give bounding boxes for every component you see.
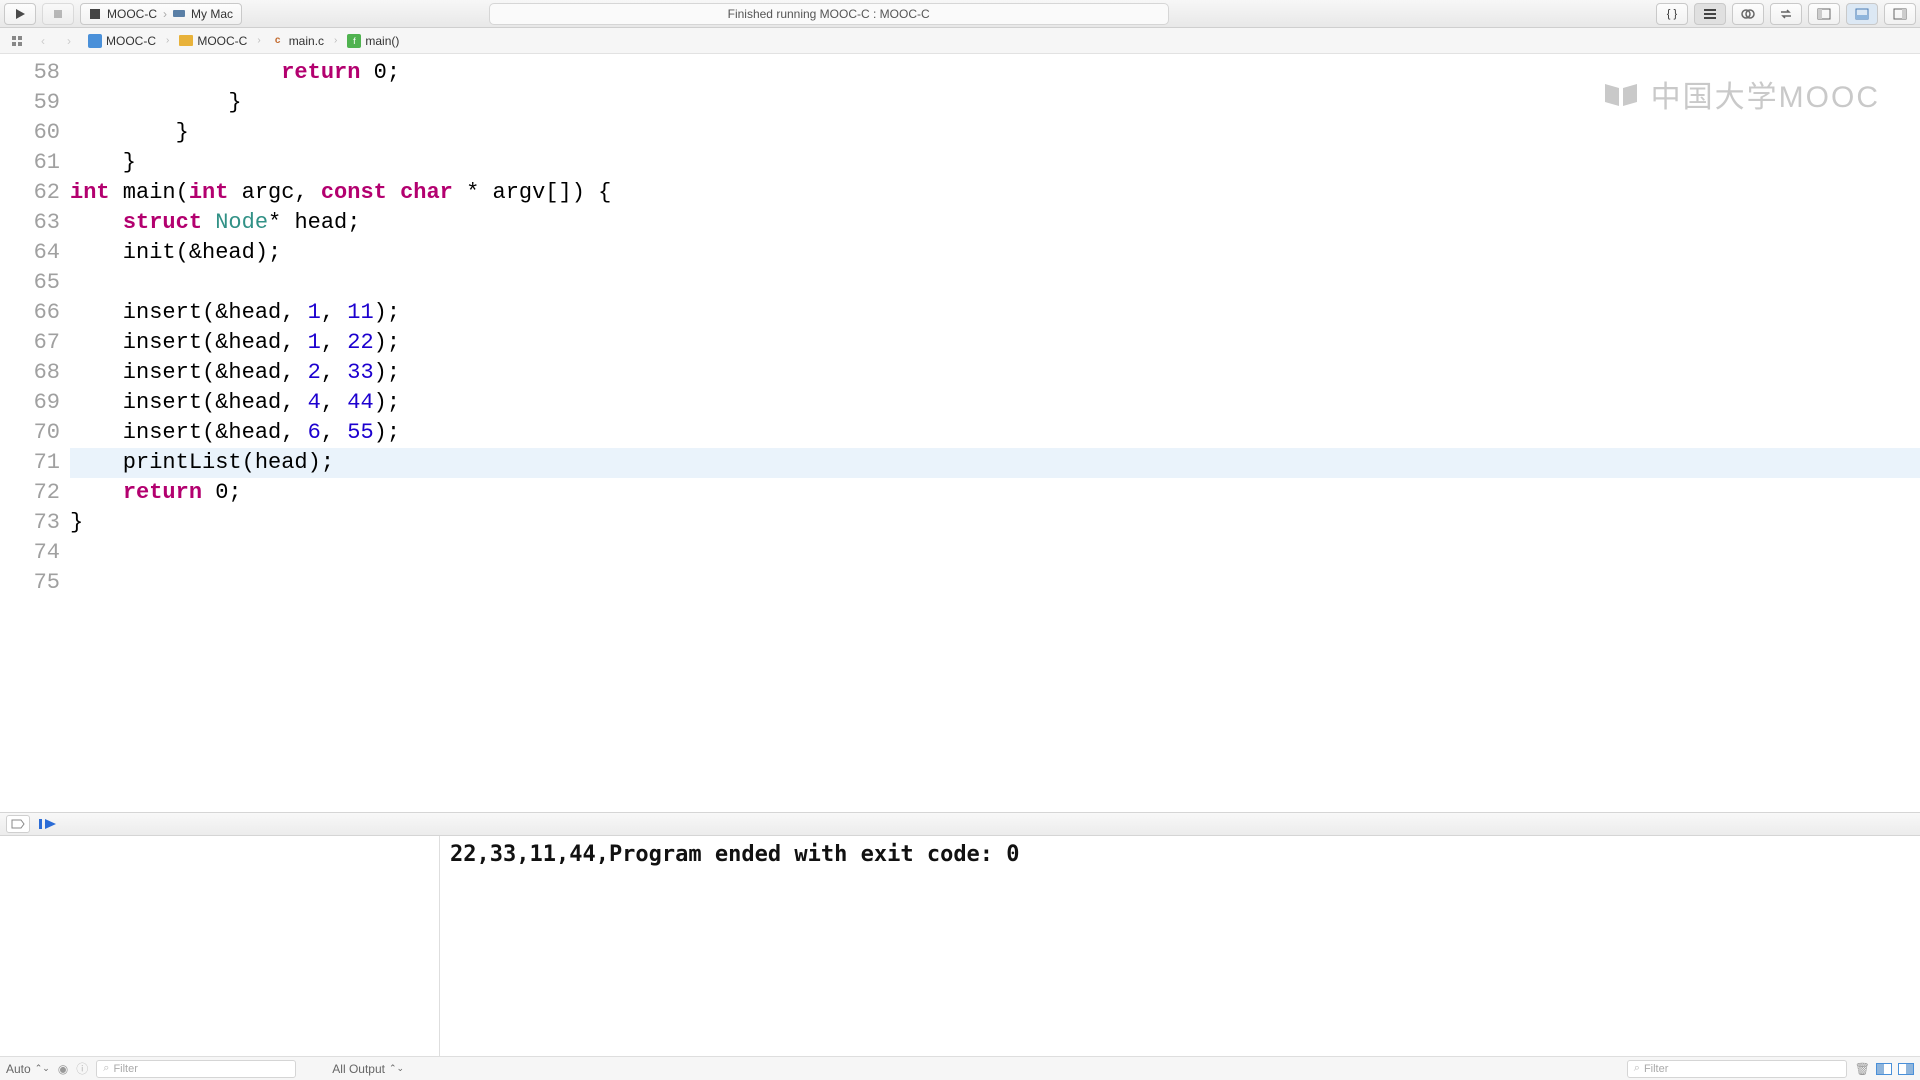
run-button[interactable] xyxy=(4,3,36,25)
circles-icon xyxy=(1741,8,1755,20)
grid-icon xyxy=(11,35,23,47)
mac-icon xyxy=(173,10,185,18)
auto-label: Auto xyxy=(6,1062,31,1076)
scheme-name: MOOC-C xyxy=(107,7,157,21)
version-editor-button[interactable] xyxy=(1770,3,1802,25)
breakpoint-icon xyxy=(11,819,25,829)
chevron-updown-icon: ⌃⌄ xyxy=(389,1063,404,1074)
chevron-right-icon: › xyxy=(163,7,167,21)
console-output: 22,33,11,44,Program ended with exit code… xyxy=(450,842,1910,867)
right-panel-button[interactable] xyxy=(1884,3,1916,25)
chevron-left-icon: ‹ xyxy=(41,34,45,48)
filter-icon: ⌕ xyxy=(1634,1062,1640,1075)
chevron-right-icon: › xyxy=(67,34,71,48)
console-filter-input[interactable]: ⌕ Filter xyxy=(1627,1060,1847,1078)
trash-icon[interactable]: 🗑 xyxy=(1855,1062,1870,1076)
folder-icon xyxy=(179,35,193,46)
output-scope-selector[interactable]: All Output ⌃⌄ xyxy=(332,1062,404,1076)
stop-icon xyxy=(53,9,63,19)
panel-right-icon xyxy=(1893,8,1907,20)
breadcrumb-project[interactable]: MOOC-C xyxy=(84,34,160,48)
watermark-text: 中国大学MOOC xyxy=(1651,72,1880,116)
debug-area: 22,33,11,44,Program ended with exit code… xyxy=(0,836,1920,1056)
standard-editor-button[interactable] xyxy=(1694,3,1726,25)
nav-back-button[interactable]: ‹ xyxy=(32,31,54,51)
filter-placeholder: Filter xyxy=(113,1063,137,1075)
breadcrumb-function[interactable]: f main() xyxy=(343,34,403,48)
left-pane-toggle-icon[interactable] xyxy=(1876,1063,1892,1075)
main-toolbar: MOOC-C › My Mac Finished running MOOC-C … xyxy=(0,0,1920,28)
jump-bar: ‹ › MOOC-C › MOOC-C › c main.c › f main(… xyxy=(0,28,1920,54)
code-content[interactable]: return 0; } } }int main(int argc, const … xyxy=(70,54,1920,598)
chevron-right-icon: › xyxy=(255,35,262,46)
play-icon xyxy=(14,8,26,20)
braces-icon: { } xyxy=(1667,8,1677,20)
breadcrumb-label: main.c xyxy=(289,34,324,48)
auto-popup-selector[interactable]: Auto ⌃⌄ xyxy=(6,1062,50,1076)
lines-icon xyxy=(1703,8,1717,20)
assistant-editor-button[interactable] xyxy=(1732,3,1764,25)
panel-bottom-icon xyxy=(1855,8,1869,20)
right-pane-toggle-icon[interactable] xyxy=(1898,1063,1914,1075)
variables-pane[interactable] xyxy=(0,836,440,1056)
bottom-panel-button[interactable] xyxy=(1846,3,1878,25)
filter-icon: ⌕ xyxy=(103,1062,109,1075)
breadcrumb-folder[interactable]: MOOC-C xyxy=(175,34,251,48)
filter-placeholder: Filter xyxy=(1644,1063,1668,1075)
arrows-icon xyxy=(1779,8,1793,20)
activity-status: Finished running MOOC-C : MOOC-C xyxy=(489,3,1169,25)
breadcrumb-label: main() xyxy=(365,34,399,48)
watermark: 中国大学MOOC xyxy=(1603,72,1880,116)
breakpoint-toggle-button[interactable] xyxy=(6,815,30,833)
book-icon xyxy=(1603,80,1639,108)
chevron-updown-icon: ⌃⌄ xyxy=(35,1063,50,1074)
function-icon: f xyxy=(347,34,361,48)
scheme-selector[interactable]: MOOC-C › My Mac xyxy=(80,3,242,25)
c-file-icon: c xyxy=(271,34,285,48)
project-icon xyxy=(88,34,102,48)
code-area: 585960616263646566676869707172737475 ret… xyxy=(0,54,1920,598)
line-number-gutter: 585960616263646566676869707172737475 xyxy=(0,54,70,598)
info-icon[interactable]: ⓘ xyxy=(76,1060,88,1077)
breadcrumb-label: MOOC-C xyxy=(106,34,156,48)
chevron-right-icon: › xyxy=(332,35,339,46)
status-text: Finished running MOOC-C : MOOC-C xyxy=(728,7,930,21)
breadcrumb-label: MOOC-C xyxy=(197,34,247,48)
related-items-button[interactable] xyxy=(6,31,28,51)
continue-button[interactable] xyxy=(38,817,58,831)
continue-icon xyxy=(38,817,58,831)
target-icon xyxy=(89,8,101,20)
left-panel-button[interactable] xyxy=(1808,3,1840,25)
variables-filter-input[interactable]: ⌕ Filter xyxy=(96,1060,296,1078)
code-editor[interactable]: 中国大学MOOC 5859606162636465666768697071727… xyxy=(0,54,1920,812)
console-pane[interactable]: 22,33,11,44,Program ended with exit code… xyxy=(440,836,1920,1056)
chevron-right-icon: › xyxy=(164,35,171,46)
debug-toolbar xyxy=(0,812,1920,836)
destination-name: My Mac xyxy=(191,7,233,21)
code-snippets-button[interactable]: { } xyxy=(1656,3,1688,25)
panel-left-icon xyxy=(1817,8,1831,20)
nav-forward-button[interactable]: › xyxy=(58,31,80,51)
stop-button[interactable] xyxy=(42,3,74,25)
all-output-label: All Output xyxy=(332,1062,385,1076)
eye-icon[interactable]: ◉ xyxy=(58,1062,68,1076)
bottom-strip: Auto ⌃⌄ ◉ ⓘ ⌕ Filter All Output ⌃⌄ ⌕ Fil… xyxy=(0,1056,1920,1080)
breadcrumb-file[interactable]: c main.c xyxy=(267,34,328,48)
